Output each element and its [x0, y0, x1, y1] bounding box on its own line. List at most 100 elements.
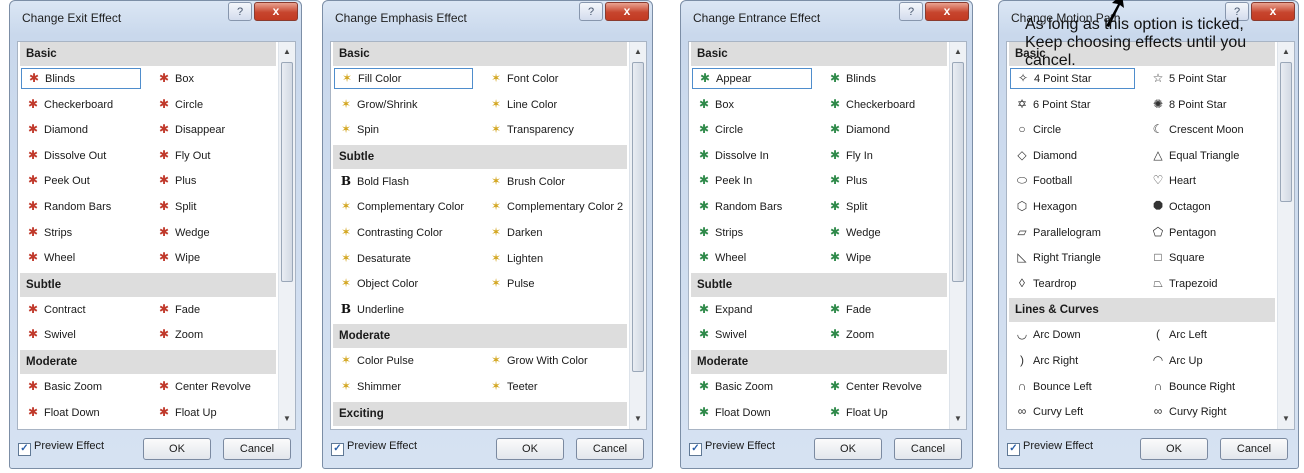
- effect-item[interactable]: ✶ Complementary Color 2: [484, 196, 623, 217]
- effect-item[interactable]: ✱ Circle: [152, 94, 272, 115]
- effect-item[interactable]: ✱ Fade: [152, 299, 272, 320]
- effect-item[interactable]: ✱ Wheel: [692, 247, 812, 268]
- effect-item[interactable]: ✱ Float Up: [823, 402, 943, 423]
- effect-item[interactable]: ◡ Arc Down: [1010, 324, 1135, 345]
- preview-effect-checkbox[interactable]: ✓ Preview Effect: [689, 440, 775, 456]
- scroll-down-arrow[interactable]: ▼: [950, 411, 966, 427]
- effect-item[interactable]: ✱ Disappear: [152, 119, 272, 140]
- effect-item[interactable]: ✱ Swivel: [21, 324, 141, 345]
- effect-item[interactable]: ✱ Blinds: [21, 68, 141, 89]
- scroll-thumb[interactable]: [632, 62, 644, 372]
- effect-item[interactable]: ✱ Wedge: [152, 222, 272, 243]
- effect-item[interactable]: ✱ Dissolve Out: [21, 145, 141, 166]
- effect-item[interactable]: ✱ Zoom: [152, 324, 272, 345]
- effect-item[interactable]: ✶ Teeter: [484, 376, 623, 397]
- scroll-down-arrow[interactable]: ▼: [630, 411, 646, 427]
- effect-item[interactable]: ✱ Strips: [21, 222, 141, 243]
- effect-list[interactable]: Basic ✱ Blinds ✱ Box ✱ Checkerboard ✱ Circle ✱ Dia…: [17, 41, 296, 430]
- effect-item[interactable]: ▱ Parallelogram: [1010, 222, 1135, 243]
- scroll-thumb[interactable]: [281, 62, 293, 282]
- effect-item[interactable]: ✶ Grow With Color: [484, 350, 623, 371]
- effect-item[interactable]: ✶ Spin: [334, 119, 473, 140]
- effect-item[interactable]: ◠ Arc Up: [1146, 350, 1271, 371]
- effect-item[interactable]: ✺ 8 Point Star: [1146, 94, 1271, 115]
- effect-item[interactable]: ✱ Fly In: [823, 145, 943, 166]
- effect-item[interactable]: ) Arc Right: [1010, 350, 1135, 371]
- effect-item[interactable]: ⏢ Trapezoid: [1146, 273, 1271, 294]
- effect-item[interactable]: ✶ Desaturate: [334, 248, 473, 269]
- scroll-thumb[interactable]: [952, 62, 964, 282]
- effect-item[interactable]: ∞ Curvy Right: [1146, 401, 1271, 422]
- effect-item[interactable]: ✱ Float Down: [692, 402, 812, 423]
- effect-item[interactable]: ✱ Checkerboard: [823, 94, 943, 115]
- effect-item[interactable]: ✱ Expand: [692, 299, 812, 320]
- effect-item[interactable]: ✧ 4 Point Star: [1010, 68, 1135, 89]
- effect-list[interactable]: Basic ✧ 4 Point Star ☆ 5 Point Star ✡ 6 Point …: [1006, 41, 1295, 430]
- scroll-down-arrow[interactable]: ▼: [1278, 411, 1294, 427]
- vertical-scrollbar[interactable]: ▲ ▼: [949, 42, 966, 429]
- effect-item[interactable]: ✱ Contract: [21, 299, 141, 320]
- effect-item[interactable]: ✱ Appear: [692, 68, 812, 89]
- effect-item[interactable]: ✱ Wedge: [823, 222, 943, 243]
- effect-item[interactable]: ✱ Peek Out: [21, 170, 141, 191]
- help-button[interactable]: ?: [899, 2, 923, 21]
- preview-effect-checkbox[interactable]: ✓ Preview Effect: [18, 440, 104, 456]
- effect-item[interactable]: ✶ Brush Color: [484, 171, 623, 192]
- effect-item[interactable]: ✱ Center Revolve: [823, 376, 943, 397]
- close-button[interactable]: x: [925, 2, 969, 21]
- effect-item[interactable]: ✶ Grow/Shrink: [334, 94, 473, 115]
- effect-item[interactable]: ⬭ Football: [1010, 170, 1135, 191]
- effect-item[interactable]: ⯃ Octagon: [1146, 196, 1271, 217]
- effect-item[interactable]: ✶ Shimmer: [334, 376, 473, 397]
- effect-item[interactable]: ✱ Wipe: [152, 247, 272, 268]
- scroll-down-arrow[interactable]: ▼: [279, 411, 295, 427]
- effect-item[interactable]: ✱ Diamond: [21, 119, 141, 140]
- effect-item[interactable]: ✱ Peek In: [692, 170, 812, 191]
- ok-button[interactable]: OK: [1140, 438, 1208, 460]
- effect-item[interactable]: ◇ Diamond: [1010, 145, 1135, 166]
- ok-button[interactable]: OK: [496, 438, 564, 460]
- effect-item[interactable]: ✱ Wheel: [21, 247, 141, 268]
- effect-item[interactable]: ✱ Plus: [823, 170, 943, 191]
- effect-item[interactable]: ✱ Random Bars: [21, 196, 141, 217]
- effect-item[interactable]: ✶ Transparency: [484, 119, 623, 140]
- effect-item[interactable]: ✶ Lighten: [484, 248, 623, 269]
- effect-item[interactable]: △ Equal Triangle: [1146, 145, 1271, 166]
- effect-item[interactable]: ✱ Split: [152, 196, 272, 217]
- effect-item[interactable]: ✱ Checkerboard: [21, 94, 141, 115]
- preview-effect-checkbox[interactable]: ✓ Preview Effect: [1007, 440, 1093, 456]
- effect-item[interactable]: ✶ Contrasting Color: [334, 222, 473, 243]
- effect-item[interactable]: ✶ Darken: [484, 222, 623, 243]
- effect-item[interactable]: ✶ Pulse: [484, 273, 623, 294]
- cancel-button[interactable]: Cancel: [576, 438, 644, 460]
- scroll-thumb[interactable]: [1280, 62, 1292, 202]
- effect-item[interactable]: ✱ Plus: [152, 170, 272, 191]
- effect-item[interactable]: ✱ Float Up: [152, 402, 272, 423]
- effect-item[interactable]: B Underline: [334, 299, 473, 320]
- effect-item[interactable]: ∞ Curvy Left: [1010, 401, 1135, 422]
- scroll-up-arrow[interactable]: ▲: [1278, 44, 1294, 60]
- effect-item[interactable]: ✱ Diamond: [823, 119, 943, 140]
- effect-item[interactable]: ✱ Fly Out: [152, 145, 272, 166]
- help-button[interactable]: ?: [228, 2, 252, 21]
- effect-item[interactable]: ✱ Circle: [692, 119, 812, 140]
- effect-item[interactable]: ✱ Float Down: [21, 402, 141, 423]
- effect-item[interactable]: ☾ Crescent Moon: [1146, 119, 1271, 140]
- effect-item[interactable]: ✱ Dissolve In: [692, 145, 812, 166]
- effect-item[interactable]: ✶ Fill Color: [334, 68, 473, 89]
- effect-item[interactable]: ◺ Right Triangle: [1010, 247, 1135, 268]
- effect-item[interactable]: ✡ 6 Point Star: [1010, 94, 1135, 115]
- effect-item[interactable]: (Arc Left: [1146, 324, 1271, 345]
- scroll-up-arrow[interactable]: ▲: [279, 44, 295, 60]
- help-button[interactable]: ?: [579, 2, 603, 21]
- effect-item[interactable]: ☆ 5 Point Star: [1146, 68, 1271, 89]
- effect-item[interactable]: ✱ Box: [692, 94, 812, 115]
- effect-item[interactable]: ✶ Complementary Color: [334, 196, 473, 217]
- effect-item[interactable]: ∩ Bounce Right: [1146, 376, 1271, 397]
- effect-item[interactable]: ✱ Box: [152, 68, 272, 89]
- effect-item[interactable]: ✱ Split: [823, 196, 943, 217]
- effect-list[interactable]: Basic ✶ Fill Color ✶ Font Color ✶ Grow/Shrink ✶…: [330, 41, 647, 430]
- effect-item[interactable]: ✱ Basic Zoom: [692, 376, 812, 397]
- ok-button[interactable]: OK: [814, 438, 882, 460]
- effect-list[interactable]: Basic ✱ Appear ✱ Blinds ✱ Box ✱ Checkerboard ✱ Cir…: [688, 41, 967, 430]
